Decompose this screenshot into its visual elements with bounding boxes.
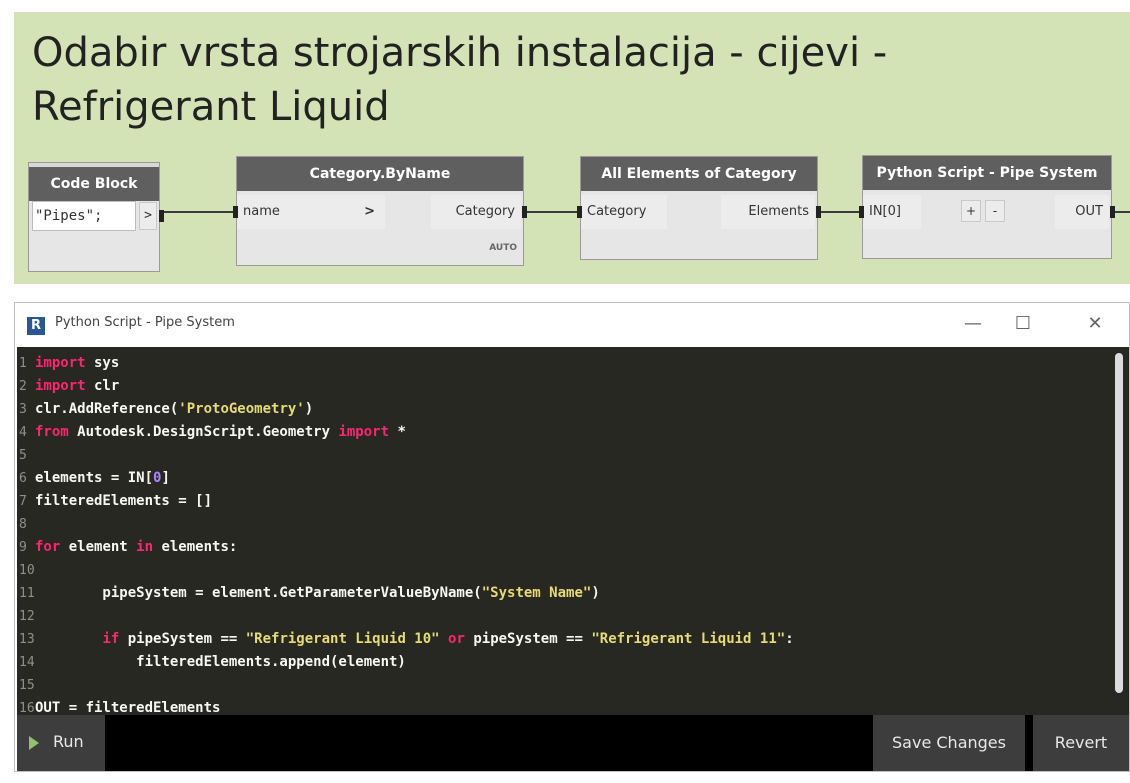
code-line[interactable] [35,513,1105,536]
minimize-icon[interactable]: — [951,309,995,339]
line-number: 4 [19,425,27,440]
line-number: 12 [19,609,35,624]
code-line[interactable]: import sys [35,352,1105,375]
output-port-out[interactable]: OUT [1055,195,1109,229]
vertical-scrollbar[interactable] [1115,353,1123,693]
code-line[interactable]: for element in elements: [35,536,1105,559]
code-line[interactable] [35,674,1105,697]
chevron-right-icon: > [364,204,375,219]
wire-elements-to-python[interactable] [818,211,862,213]
python-editor-window[interactable]: R Python Script - Pipe System — ☐ ✕ 1 2 … [14,302,1130,772]
code-input[interactable]: "Pipes"; [32,201,136,231]
line-number: 14 [19,655,35,670]
editor-toolbar: Run Save Changes Revert [17,715,1129,771]
line-number: 15 [19,678,35,693]
line-number: 3 [19,402,27,417]
code-line[interactable]: from Autodesk.DesignScript.Geometry impo… [35,421,1105,444]
line-number: 1 [19,356,27,371]
input-port-name[interactable]: name > [237,195,385,229]
remove-input-button[interactable]: - [985,200,1005,222]
code-line[interactable]: clr.AddReference('ProtoGeometry') [35,398,1105,421]
revert-button[interactable]: Revert [1033,715,1129,771]
output-port-handle[interactable] [816,206,821,218]
code-line[interactable]: filteredElements = [] [35,490,1105,513]
lacing-label[interactable]: AUTO [489,243,517,253]
code-line[interactable]: import clr [35,375,1105,398]
maximize-icon[interactable]: ☐ [1001,309,1045,339]
line-number: 13 [19,632,35,647]
revit-app-icon: R [27,317,45,335]
code-line[interactable]: pipeSystem = element.GetParameterValueBy… [35,582,1105,605]
output-port-elements[interactable]: Elements [721,195,815,229]
code-block-node[interactable]: Code Block "Pipes"; > [28,162,164,272]
code-text[interactable]: import sys import clr clr.AddReference('Pr… [35,352,1105,715]
python-script-node[interactable]: Python Script - Pipe System IN[0] + - OU… [859,155,1115,259]
wire-category-to-allelements[interactable] [525,211,580,213]
close-icon[interactable]: ✕ [1073,309,1117,339]
node-title: All Elements of Category [581,157,817,191]
run-label: Run [53,732,84,751]
node-title: Code Block [29,167,159,201]
input-port-handle[interactable] [577,206,582,218]
all-elements-node[interactable]: All Elements of Category Category Elemen… [577,156,821,260]
code-line[interactable] [35,559,1105,582]
line-number: 7 [19,494,27,509]
code-editor[interactable]: 1 2 3 4 5 6 7 8 9 10 11 12 13 14 15 16 i… [17,347,1129,715]
code-line[interactable] [35,605,1105,628]
line-number: 11 [19,586,35,601]
code-line[interactable] [35,444,1105,467]
line-number-gutter: 1 2 3 4 5 6 7 8 9 10 11 12 13 14 15 16 [17,352,35,715]
line-number: 2 [19,379,27,394]
title-bar[interactable]: R Python Script - Pipe System — ☐ ✕ [15,303,1129,347]
input-port-handle[interactable] [859,206,864,218]
category-by-name-node[interactable]: Category.ByName name > Category AUTO [233,156,527,266]
run-button[interactable]: Run [17,715,105,771]
line-number: 6 [19,471,27,486]
node-title: Category.ByName [237,157,523,191]
input-port-handle[interactable] [233,206,238,218]
output-port[interactable]: > [139,202,157,230]
save-changes-button[interactable]: Save Changes [873,715,1025,771]
code-line[interactable]: elements = IN[0] [35,467,1105,490]
node-title: Python Script - Pipe System [863,156,1111,190]
input-port-label: name [243,204,280,219]
group-title[interactable]: Odabir vrsta strojarskih instalacija - c… [32,26,1122,134]
output-port-handle[interactable] [1110,206,1115,218]
input-port-in0[interactable]: IN[0] [863,195,921,229]
window-title: Python Script - Pipe System [55,315,235,330]
line-number: 10 [19,563,35,578]
input-port-category[interactable]: Category [581,195,667,229]
output-port-handle[interactable] [159,210,164,222]
line-number: 8 [19,517,27,532]
code-line[interactable]: if pipeSystem == "Refrigerant Liquid 10"… [35,628,1105,651]
play-icon [29,736,39,750]
code-line[interactable]: filteredElements.append(element) [35,651,1105,674]
line-number: 9 [19,540,27,555]
code-line[interactable]: OUT = filteredElements [35,697,1105,715]
wire-code-to-category[interactable] [160,211,236,213]
line-number: 5 [19,448,27,463]
output-port-handle[interactable] [522,206,527,218]
output-port-category[interactable]: Category [431,195,521,229]
add-input-button[interactable]: + [961,200,981,222]
line-number: 16 [19,701,35,715]
